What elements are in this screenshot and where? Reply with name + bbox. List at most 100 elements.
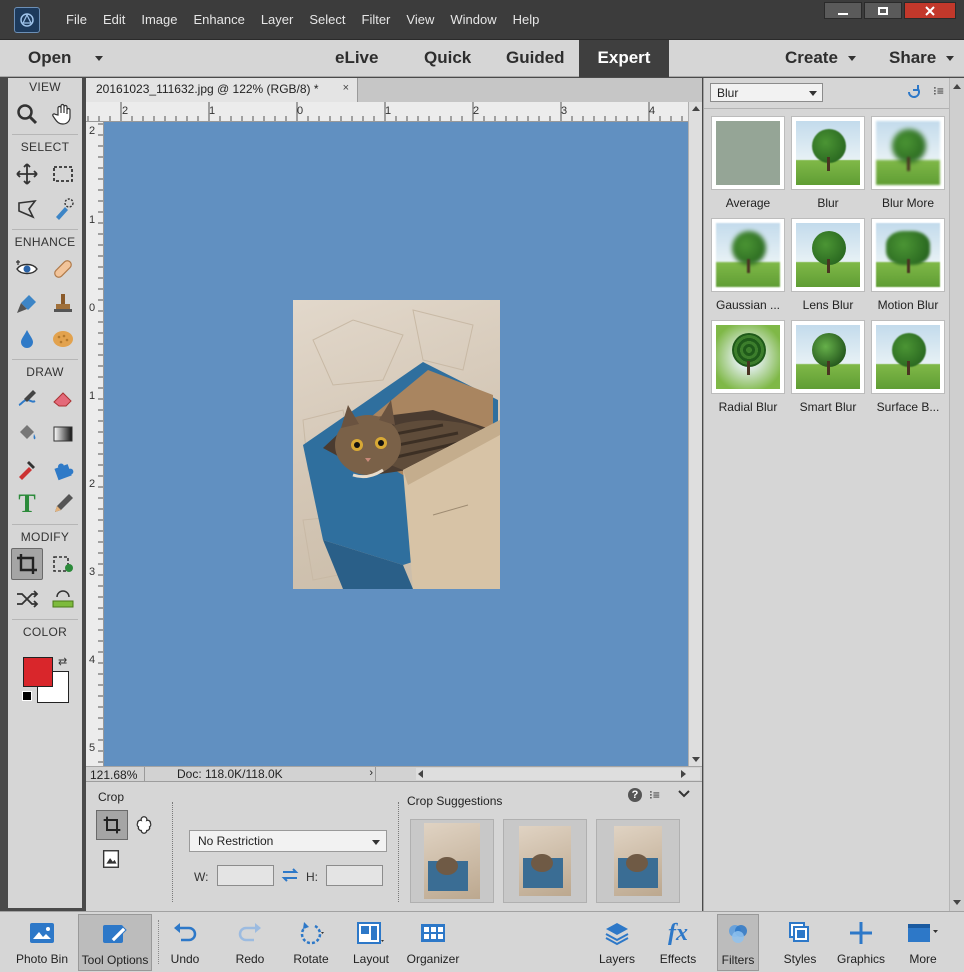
paint-bucket-tool[interactable] [11,418,43,450]
menu-enhance[interactable]: Enhance [186,12,253,28]
more-button[interactable]: More [900,914,946,971]
clone-stamp-tool[interactable] [47,288,79,320]
reset-icon[interactable] [905,84,923,103]
blur-tool[interactable] [11,323,43,355]
healing-brush-tool[interactable] [47,253,79,285]
red-eye-tool[interactable] [11,253,43,285]
mode-expert[interactable]: Expert [579,40,669,77]
gradient-tool[interactable] [47,418,79,450]
cookie-cutter-button[interactable] [133,814,155,839]
filter-tree-radial[interactable]: Radial Blur [710,320,786,414]
graphics-button[interactable]: Graphics [834,914,888,971]
straighten-tool[interactable] [47,583,79,615]
mode-quick[interactable]: Quick [424,40,471,77]
scroll-down-icon[interactable] [953,900,961,905]
filter-tree-surface[interactable]: Surface B... [870,320,946,414]
create-button[interactable]: Create [785,40,856,77]
scroll-up-icon[interactable] [953,84,961,89]
filters-button[interactable]: Filters [717,914,759,971]
mode-elive[interactable]: eLive [335,40,378,77]
menu-select[interactable]: Select [301,12,353,28]
quick-selection-tool[interactable] [47,193,79,225]
open-button[interactable]: Open [28,40,104,77]
minimize-button[interactable] [824,2,862,19]
panel-menu-icon[interactable]: ⁝≡ [933,84,944,98]
close-tab-icon[interactable]: × [343,82,349,94]
menu-filter[interactable]: Filter [354,12,399,28]
hand-tool[interactable] [47,98,79,130]
photo-bin-button[interactable]: Photo Bin [10,914,74,971]
filter-tree-lens[interactable]: Lens Blur [790,218,866,312]
content-aware-move-tool[interactable] [11,583,43,615]
lasso-tool[interactable] [11,193,43,225]
share-button[interactable]: Share [889,40,955,77]
zoom-tool[interactable] [11,98,43,130]
collapse-chevron-icon[interactable] [678,788,690,802]
horizontal-scrollbar[interactable] [416,768,700,780]
swap-dimensions-icon[interactable] [281,867,299,886]
close-window-button[interactable] [904,2,956,19]
layers-button[interactable]: Layers [594,914,640,971]
vertical-scrollbar[interactable] [688,102,702,766]
panel-menu-icon[interactable]: ⁝≡ [649,788,660,802]
perspective-crop-button[interactable] [100,848,122,873]
crop-tool[interactable] [11,547,43,580]
recompose-tool[interactable] [47,548,79,580]
scroll-left-icon[interactable] [418,770,423,778]
menu-edit[interactable]: Edit [95,12,133,28]
scroll-right-icon[interactable] [681,770,686,778]
crop-restriction-select[interactable]: No Restriction [189,830,387,852]
eyedropper-tool[interactable] [11,453,43,485]
styles-button[interactable]: Styles [777,914,823,971]
filter-tree-smart[interactable]: Smart Blur [790,320,866,414]
eraser-tool[interactable] [47,383,79,415]
mode-guided[interactable]: Guided [506,40,565,77]
redo-button[interactable]: Redo [227,914,273,971]
sponge-tool[interactable] [47,323,79,355]
crop-mode-button[interactable] [96,810,128,840]
custom-shape-tool[interactable] [47,453,79,485]
pencil-tool[interactable] [47,488,79,520]
crop-suggestion-3[interactable] [596,819,680,903]
brush-tool[interactable] [11,383,43,415]
doc-size-info[interactable]: Doc: 118.0K/118.0K › [144,767,376,781]
tool-options-button[interactable]: Tool Options [78,914,152,971]
default-colors-icon[interactable] [22,691,32,701]
organizer-button[interactable]: Organizer [404,914,462,971]
zoom-level[interactable]: 121.68% [90,768,137,782]
filter-average-swatch[interactable]: Average [710,116,786,210]
chevron-right-icon[interactable]: › [369,767,373,779]
menu-help[interactable]: Help [505,12,548,28]
menu-view[interactable]: View [398,12,442,28]
filter-tree-motion[interactable]: Motion Blur [870,218,946,312]
filter-tree-blur-more[interactable]: Blur More [870,116,946,210]
undo-button[interactable]: Undo [162,914,208,971]
height-field[interactable] [326,865,383,886]
type-tool[interactable]: T [11,488,43,520]
panel-scrollbar[interactable] [949,78,964,911]
foreground-color-swatch[interactable] [23,657,53,687]
scroll-down-icon[interactable] [692,757,700,762]
rotate-button[interactable]: Rotate [288,914,334,971]
layout-button[interactable]: Layout [348,914,394,971]
effects-button[interactable]: fx Effects [655,914,701,971]
cat-in-box-photo[interactable] [293,300,500,589]
marquee-tool[interactable] [47,158,79,190]
move-tool[interactable] [11,158,43,190]
filter-tree-blur[interactable]: Blur [790,116,866,210]
maximize-button[interactable] [864,2,902,19]
menu-image[interactable]: Image [133,12,185,28]
filter-category-select[interactable]: Blur [710,83,823,102]
menu-layer[interactable]: Layer [253,12,302,28]
scroll-up-icon[interactable] [692,106,700,111]
crop-suggestion-1[interactable] [410,819,494,903]
width-field[interactable] [217,865,274,886]
document-canvas[interactable] [104,122,688,766]
filter-tree-gaussian[interactable]: Gaussian ... [710,218,786,312]
smart-brush-tool[interactable] [11,288,43,320]
app-logo-icon[interactable] [14,7,40,33]
help-icon[interactable]: ? [628,788,642,802]
menu-file[interactable]: File [58,12,95,28]
menu-window[interactable]: Window [442,12,504,28]
swap-colors-icon[interactable]: ⇄ [58,655,67,668]
